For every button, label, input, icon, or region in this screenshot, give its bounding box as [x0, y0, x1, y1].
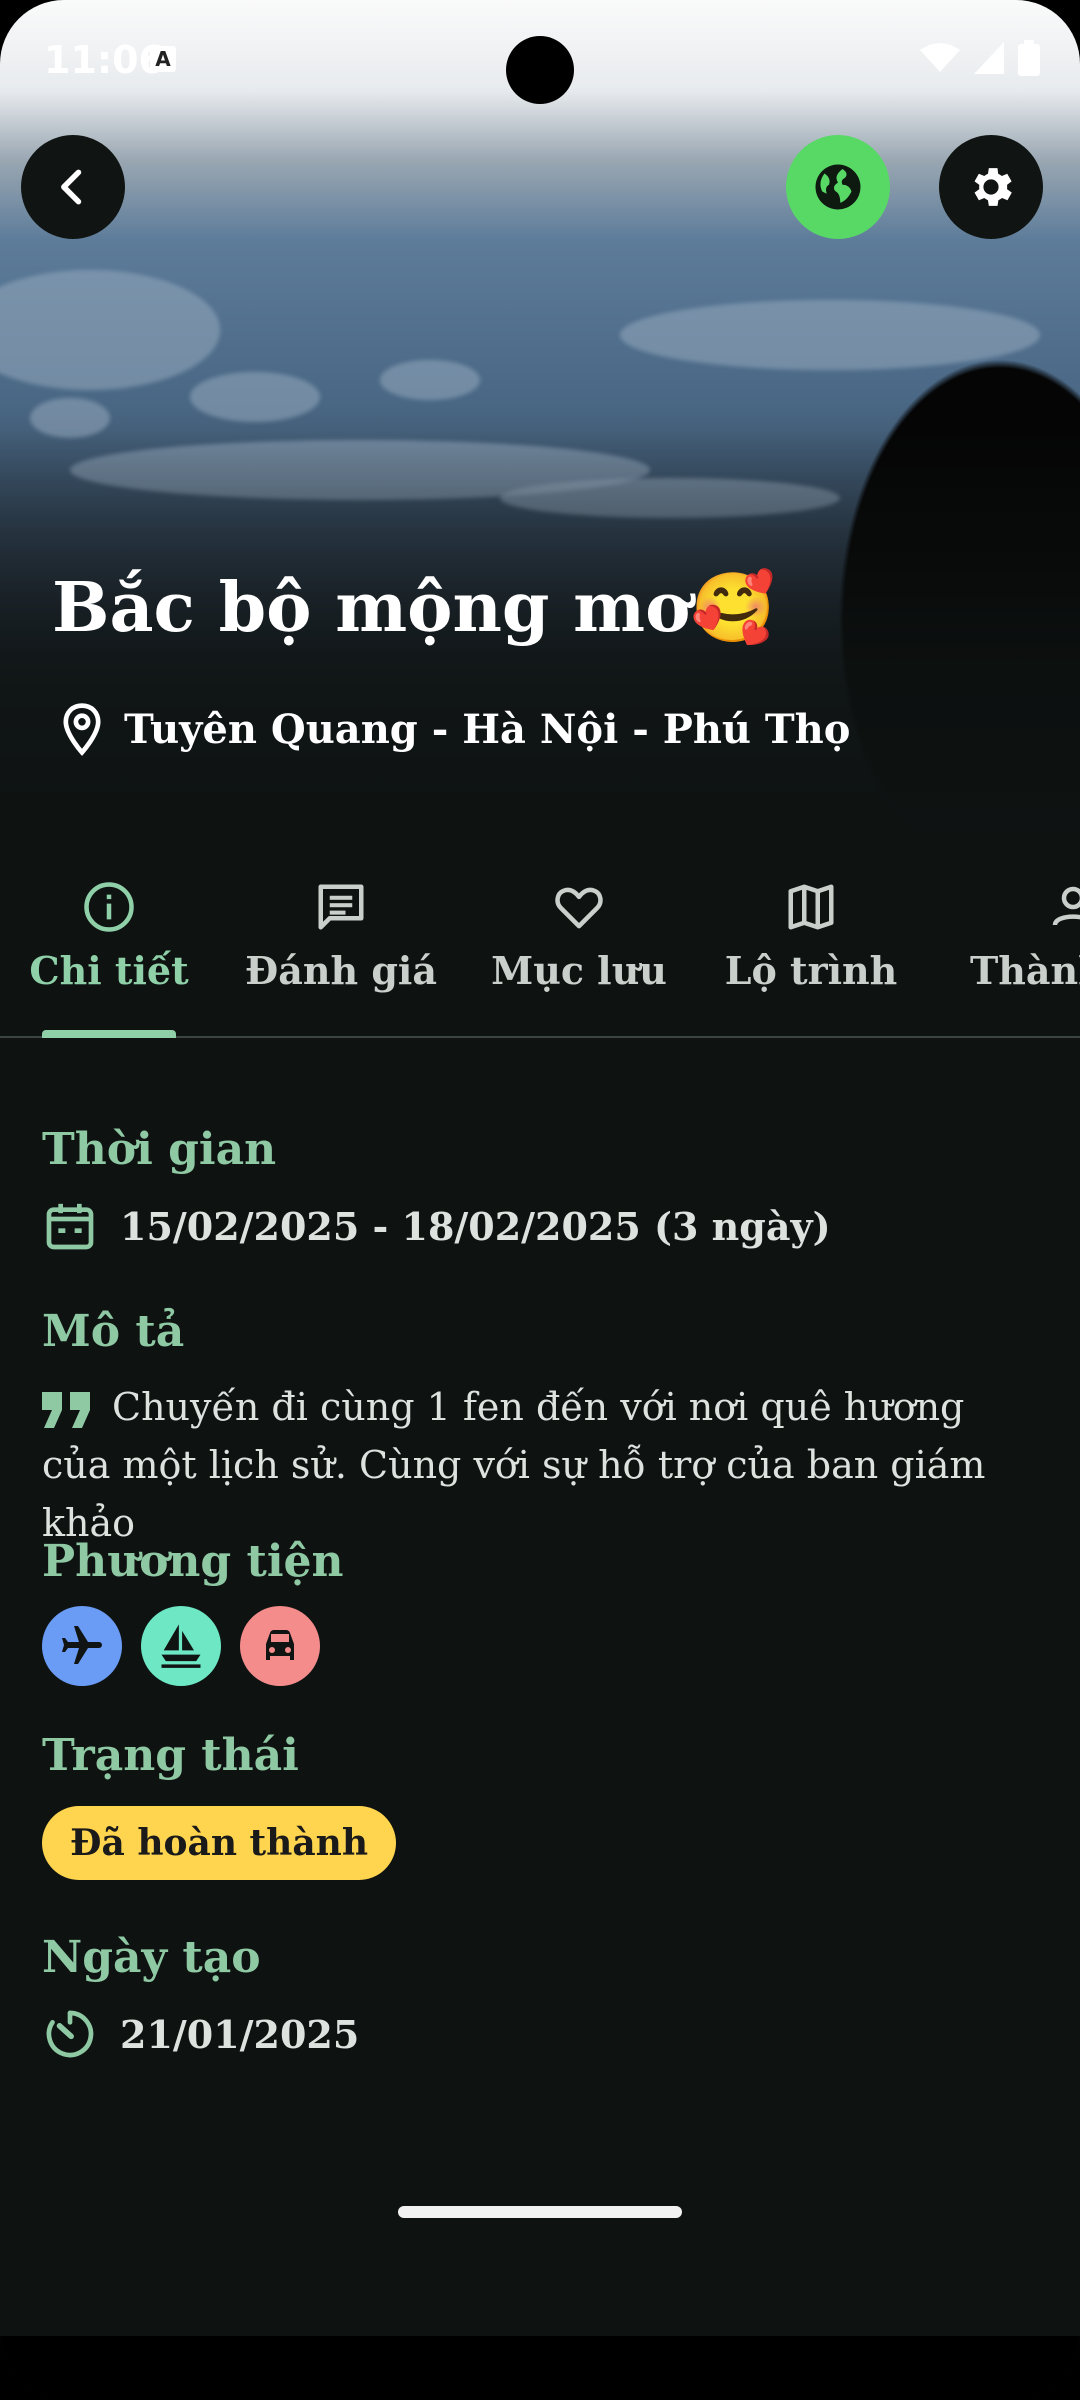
transport-section-title: Phương tiện — [42, 1536, 344, 1587]
heart-icon — [555, 887, 603, 929]
transport-car — [240, 1606, 320, 1686]
time-section-title: Thời gian — [42, 1124, 277, 1175]
gear-icon — [974, 168, 1012, 206]
created-row: 21/01/2025 — [42, 2006, 359, 2062]
quote-icon — [42, 1392, 90, 1428]
timer-icon — [46, 2010, 94, 2058]
status-time: 11:06 — [44, 38, 165, 82]
trip-description: Chuyến đi cùng 1 fen đến với nơi quê hươ… — [42, 1378, 1042, 1552]
description-text: Chuyến đi cùng 1 fen đến với nơi quê hươ… — [42, 1385, 986, 1545]
person-icon — [1052, 886, 1080, 926]
status-section-title: Trạng thái — [42, 1730, 299, 1781]
comment-icon — [318, 884, 364, 930]
tab-label: Chi tiết — [29, 948, 189, 993]
sailboat-icon — [161, 1624, 201, 1668]
car-icon — [266, 1630, 294, 1660]
tab-saved[interactable]: Mục lưu — [491, 880, 667, 1036]
info-icon — [84, 882, 134, 932]
signal-icon — [974, 42, 1004, 74]
tab-details[interactable]: Chi tiết — [29, 880, 189, 1038]
tab-label: Lộ trình — [724, 948, 898, 993]
tab-label: Mục lưu — [491, 948, 667, 993]
tab-members[interactable]: Thành — [970, 880, 1080, 1036]
system-nav-area — [0, 2336, 1080, 2400]
home-gesture-bar[interactable] — [398, 2206, 682, 2218]
camera-cutout — [506, 36, 574, 104]
trip-location: Tuyên Quang - Hà Nội - Phú Thọ — [60, 702, 850, 756]
tab-route[interactable]: Lộ trình — [725, 880, 897, 1036]
chevron-left-icon — [61, 169, 82, 205]
trip-title: Bắc bộ mộng mơ🥰 — [52, 568, 776, 648]
transport-airplane — [42, 1606, 122, 1686]
tab-reviews[interactable]: Đánh giá — [245, 880, 437, 1036]
created-section-title: Ngày tạo — [42, 1932, 261, 1983]
globe-icon — [815, 164, 861, 210]
wifi-icon — [920, 43, 960, 72]
battery-icon — [1018, 40, 1040, 76]
time-row: 15/02/2025 - 18/02/2025 (3 ngày) — [42, 1198, 831, 1254]
map-icon — [788, 884, 834, 930]
created-date: 21/01/2025 — [120, 2011, 360, 2057]
tab-label: Thành — [970, 948, 1080, 993]
location-pin-icon — [63, 703, 101, 756]
tab-label: Đánh giá — [245, 948, 437, 993]
trip-dates: 15/02/2025 - 18/02/2025 (3 ngày) — [120, 1203, 831, 1249]
tab-bar: Chi tiết Đánh giá Mục lưu Lộ trình Thàn — [0, 860, 1080, 1038]
status-icons — [920, 40, 1040, 76]
description-section-title: Mô tả — [42, 1306, 185, 1357]
status-bar: 11:06 A — [0, 0, 1080, 120]
trip-status-badge: Đã hoàn thành — [42, 1806, 397, 1880]
trip-detail-screen: 11:06 A Bắc bộ mộng mơ🥰 Tuyên Quang - Hà… — [0, 0, 1080, 2400]
location-label: Tuyên Quang - Hà Nội - Phú Thọ — [124, 705, 851, 753]
airplane-icon — [62, 1626, 102, 1664]
transport-boat — [141, 1606, 221, 1686]
public-visibility-button[interactable] — [786, 135, 890, 239]
back-button[interactable] — [21, 135, 125, 239]
calendar-icon — [46, 1203, 94, 1250]
settings-button[interactable] — [939, 135, 1043, 239]
active-tab-indicator — [42, 1030, 176, 1038]
notification-icon: A — [150, 46, 176, 72]
